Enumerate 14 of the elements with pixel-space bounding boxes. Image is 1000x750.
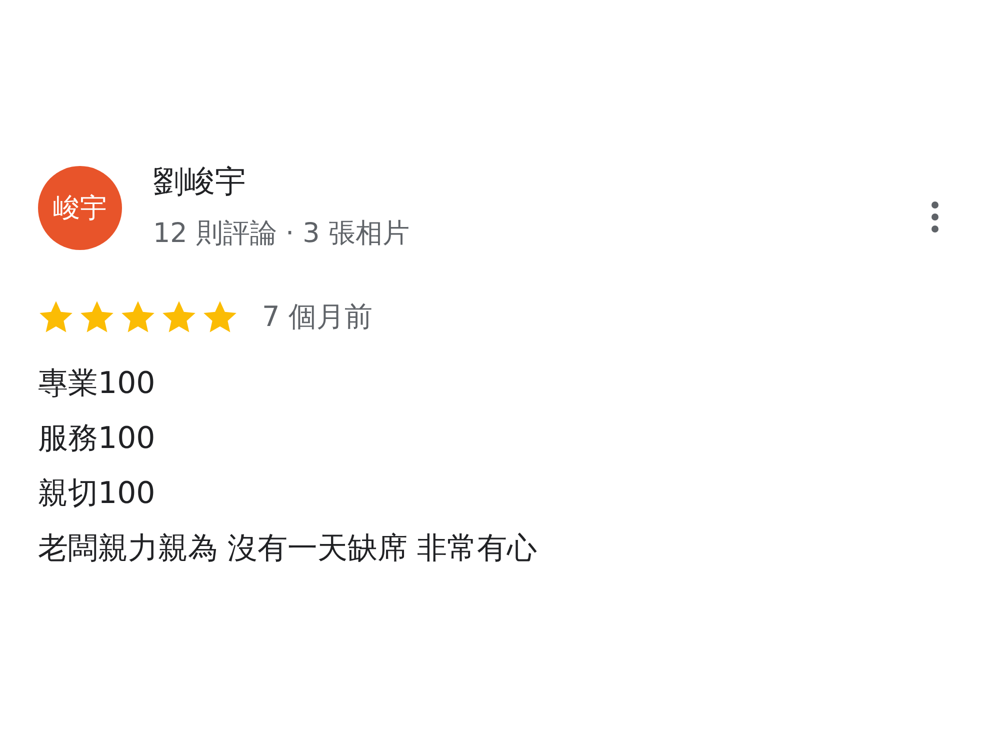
- star-icon: [120, 300, 156, 334]
- more-options-icon[interactable]: [930, 200, 940, 234]
- author-name[interactable]: 劉峻宇: [153, 160, 930, 204]
- review-text: 服務100: [38, 420, 156, 458]
- star-icon: [202, 300, 238, 334]
- star-icon: [79, 300, 115, 334]
- star-icon: [38, 300, 74, 334]
- review-text: 專業100: [38, 365, 156, 403]
- review-time: 7 個月前: [262, 299, 373, 335]
- avatar: 峻宇: [38, 166, 122, 250]
- review-text: 親切100: [38, 475, 156, 513]
- author-meta: 12 則評論 · 3 張相片: [153, 217, 410, 251]
- review-text: 老闆親力親為 沒有一天缺席 非常有心: [38, 530, 538, 568]
- star-icon: [161, 300, 197, 334]
